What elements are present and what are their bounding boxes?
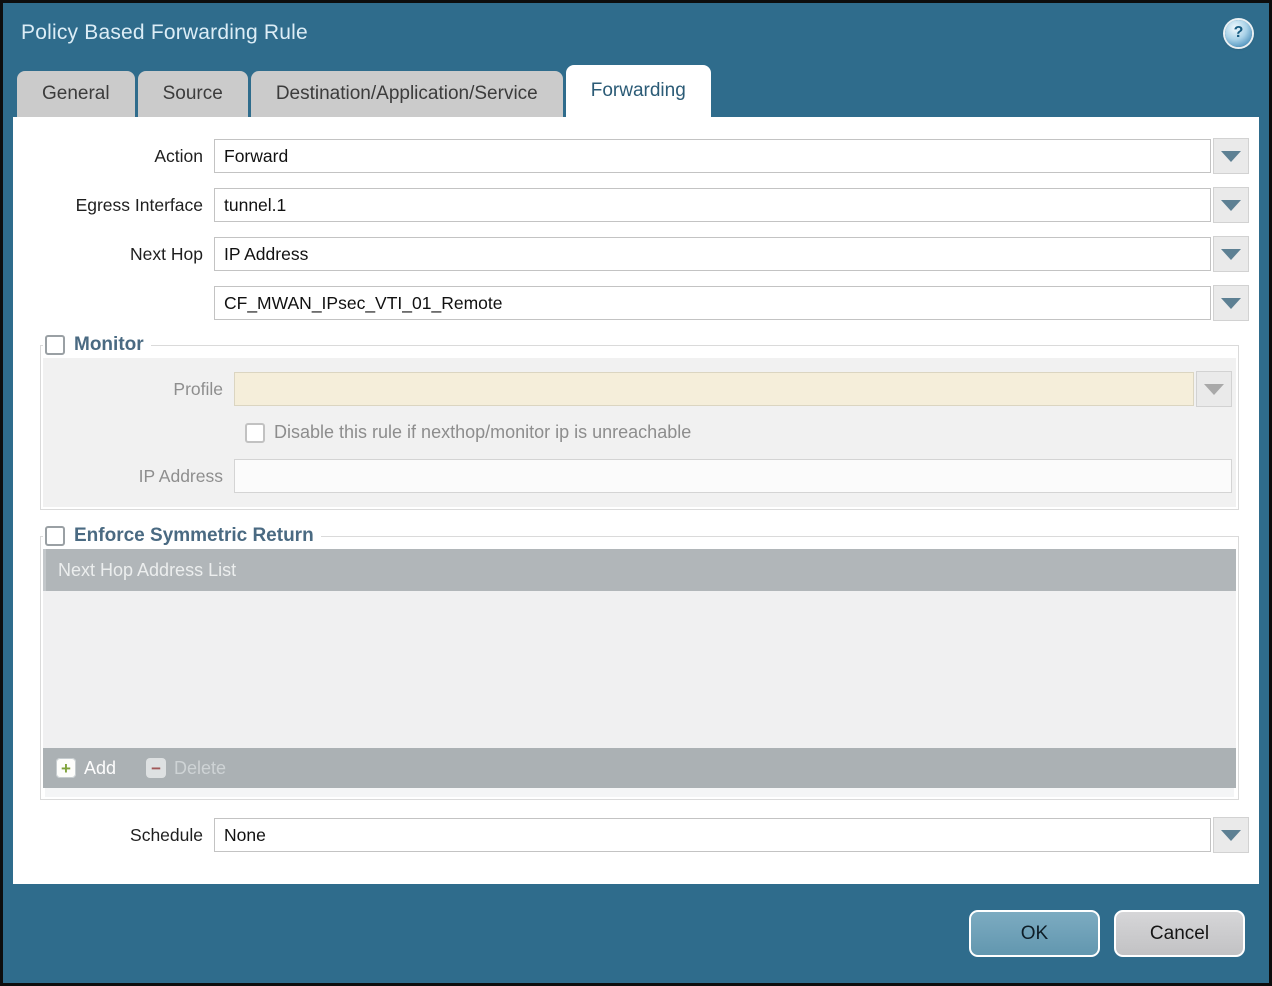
dialog-title: Policy Based Forwarding Rule (21, 21, 308, 45)
monitor-ip-address-label: IP Address (43, 466, 234, 487)
monitor-ip-address-input (234, 459, 1232, 493)
egress-interface-row: Egress Interface tunnel.1 (13, 187, 1249, 223)
tab-source[interactable]: Source (138, 71, 248, 117)
action-dropdown-button[interactable] (1213, 138, 1249, 174)
tab-bar: General Source Destination/Application/S… (3, 63, 1269, 117)
disable-rule-row: Disable this rule if nexthop/monitor ip … (245, 422, 1232, 443)
next-hop-type-select[interactable]: IP Address (214, 237, 1211, 271)
cancel-button[interactable]: Cancel (1114, 910, 1245, 957)
disable-rule-checkbox[interactable] (245, 423, 265, 443)
next-hop-row: Next Hop IP Address (13, 236, 1249, 272)
add-button[interactable]: + Add (56, 758, 116, 779)
next-hop-address-row: CF_MWAN_IPsec_VTI_01_Remote (13, 285, 1249, 321)
plus-icon: + (56, 758, 76, 778)
chevron-down-icon (1204, 384, 1224, 395)
enforce-symmetric-return-label: Enforce Symmetric Return (74, 525, 314, 547)
next-hop-address-table-body[interactable] (43, 591, 1236, 748)
add-button-label: Add (84, 758, 116, 779)
delete-button: − Delete (146, 758, 226, 779)
table-bottom-strip (45, 788, 1234, 797)
action-row: Action Forward (13, 138, 1249, 174)
next-hop-address-table: Next Hop Address List + Add − Delete (43, 549, 1236, 797)
tab-content-forwarding: Action Forward Egress Interface tunnel.1… (13, 117, 1259, 884)
schedule-label: Schedule (13, 825, 214, 846)
egress-interface-dropdown-button[interactable] (1213, 187, 1249, 223)
help-icon[interactable]: ? (1225, 20, 1252, 47)
next-hop-address-table-toolbar: + Add − Delete (43, 748, 1236, 788)
enforce-symmetric-return-group: Enforce Symmetric Return Next Hop Addres… (40, 525, 1239, 800)
schedule-select[interactable]: None (214, 818, 1211, 852)
next-hop-type-dropdown-button[interactable] (1213, 236, 1249, 272)
chevron-down-icon (1221, 249, 1241, 260)
egress-interface-label: Egress Interface (13, 195, 214, 216)
schedule-row: Schedule None (13, 817, 1249, 853)
monitor-group: Monitor Profile Disable this rule if nex… (40, 334, 1239, 510)
action-select[interactable]: Forward (214, 139, 1211, 173)
minus-icon: − (146, 758, 166, 778)
delete-button-label: Delete (174, 758, 226, 779)
profile-dropdown-button (1196, 371, 1232, 407)
next-hop-address-dropdown-button[interactable] (1213, 285, 1249, 321)
monitor-profile-row: Profile (43, 371, 1232, 407)
monitor-legend: Monitor (43, 334, 151, 356)
chevron-down-icon (1221, 298, 1241, 309)
tab-destination-application-service[interactable]: Destination/Application/Service (251, 71, 563, 117)
chevron-down-icon (1221, 200, 1241, 211)
egress-interface-select[interactable]: tunnel.1 (214, 188, 1211, 222)
tab-forwarding[interactable]: Forwarding (566, 65, 711, 117)
action-label: Action (13, 146, 214, 167)
pbf-rule-dialog: Policy Based Forwarding Rule ? General S… (0, 0, 1272, 986)
disable-rule-label: Disable this rule if nexthop/monitor ip … (274, 422, 691, 443)
next-hop-address-combobox[interactable]: CF_MWAN_IPsec_VTI_01_Remote (214, 286, 1211, 320)
monitor-panel: Profile Disable this rule if nexthop/mon… (43, 358, 1236, 507)
schedule-dropdown-button[interactable] (1213, 817, 1249, 853)
next-hop-label: Next Hop (13, 244, 214, 265)
monitor-checkbox[interactable] (45, 335, 65, 355)
enforce-symmetric-return-checkbox[interactable] (45, 526, 65, 546)
chevron-down-icon (1221, 830, 1241, 841)
profile-label: Profile (43, 379, 234, 400)
profile-select[interactable] (234, 372, 1194, 406)
dialog-footer: OK Cancel (3, 884, 1269, 983)
monitor-label: Monitor (74, 334, 144, 356)
monitor-ip-address-row: IP Address (43, 459, 1232, 493)
next-hop-address-list-column-header: Next Hop Address List (43, 549, 1236, 591)
chevron-down-icon (1221, 151, 1241, 162)
tab-general[interactable]: General (17, 71, 135, 117)
dialog-titlebar: Policy Based Forwarding Rule ? (3, 3, 1269, 63)
ok-button[interactable]: OK (969, 910, 1100, 957)
enforce-symmetric-return-legend: Enforce Symmetric Return (43, 525, 321, 547)
